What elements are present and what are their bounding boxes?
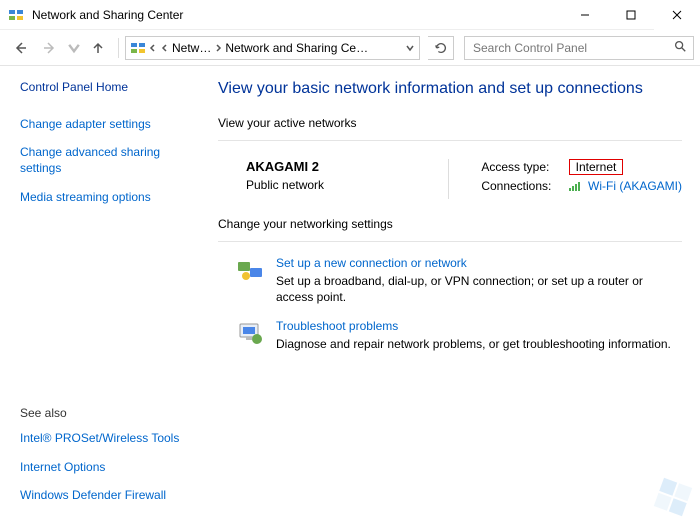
breadcrumb-icon [130,40,146,56]
sidebar-link-internet-options[interactable]: Internet Options [20,459,200,475]
chevron-right-icon[interactable] [213,43,223,53]
network-name: AKAGAMI 2 [246,159,324,174]
maximize-button[interactable] [608,0,654,30]
sidebar-link-adapter[interactable]: Change adapter settings [20,116,200,132]
chevron-left-icon[interactable] [148,43,158,53]
access-type-value: Internet [569,159,624,175]
connections-label: Connections: [481,179,565,193]
control-panel-home-link[interactable]: Control Panel Home [20,80,200,94]
search-box[interactable] [464,36,694,60]
titlebar: Network and Sharing Center [0,0,700,30]
breadcrumb-segment[interactable]: Network and Sharing Ce… [225,41,403,55]
sidebar-link-intel-proset[interactable]: Intel® PROSet/Wireless Tools [20,430,200,446]
refresh-button[interactable] [428,36,454,60]
sidebar-link-advanced-sharing[interactable]: Change advanced sharing settings [20,144,200,176]
back-button[interactable] [6,34,34,62]
troubleshoot-icon [236,319,264,347]
page-title: View your basic network information and … [218,80,682,98]
navbar: Netw… Network and Sharing Ce… [0,30,700,66]
forward-button[interactable] [36,34,64,62]
chevron-down-icon[interactable] [405,43,415,53]
breadcrumb[interactable]: Netw… Network and Sharing Ce… [125,36,420,60]
main-content: View your basic network information and … [200,66,700,525]
search-input[interactable] [471,40,673,56]
recent-locations-button[interactable] [66,34,82,62]
search-icon [673,39,687,56]
minimize-button[interactable] [562,0,608,30]
active-networks-label: View your active networks [218,116,682,130]
app-icon [8,7,24,23]
see-also-label: See also [20,406,200,420]
close-button[interactable] [654,0,700,30]
setup-connection-icon [236,256,264,284]
watermark [650,474,696,523]
active-network-panel: AKAGAMI 2 Public network Access type: In… [218,155,682,217]
network-type: Public network [246,178,324,192]
setup-connection-desc: Set up a broadband, dial-up, or VPN conn… [276,273,682,305]
sidebar-link-defender-firewall[interactable]: Windows Defender Firewall [20,487,200,503]
setting-item-troubleshoot: Troubleshoot problems Diagnose and repai… [236,319,682,352]
sidebar: Control Panel Home Change adapter settin… [0,66,200,525]
connection-link[interactable]: Wi-Fi (AKAGAMI) [588,179,682,193]
wifi-icon [569,181,583,195]
setting-item-setup: Set up a new connection or network Set u… [236,256,682,305]
setup-connection-link[interactable]: Set up a new connection or network [276,256,682,270]
chevron-left-icon[interactable] [160,43,170,53]
change-settings-label: Change your networking settings [218,217,682,231]
breadcrumb-segment[interactable]: Netw… [172,41,211,55]
window-title: Network and Sharing Center [32,8,183,22]
sidebar-link-media-streaming[interactable]: Media streaming options [20,189,200,205]
troubleshoot-desc: Diagnose and repair network problems, or… [276,336,671,352]
access-type-label: Access type: [481,160,565,174]
up-button[interactable] [84,34,112,62]
troubleshoot-link[interactable]: Troubleshoot problems [276,319,671,333]
